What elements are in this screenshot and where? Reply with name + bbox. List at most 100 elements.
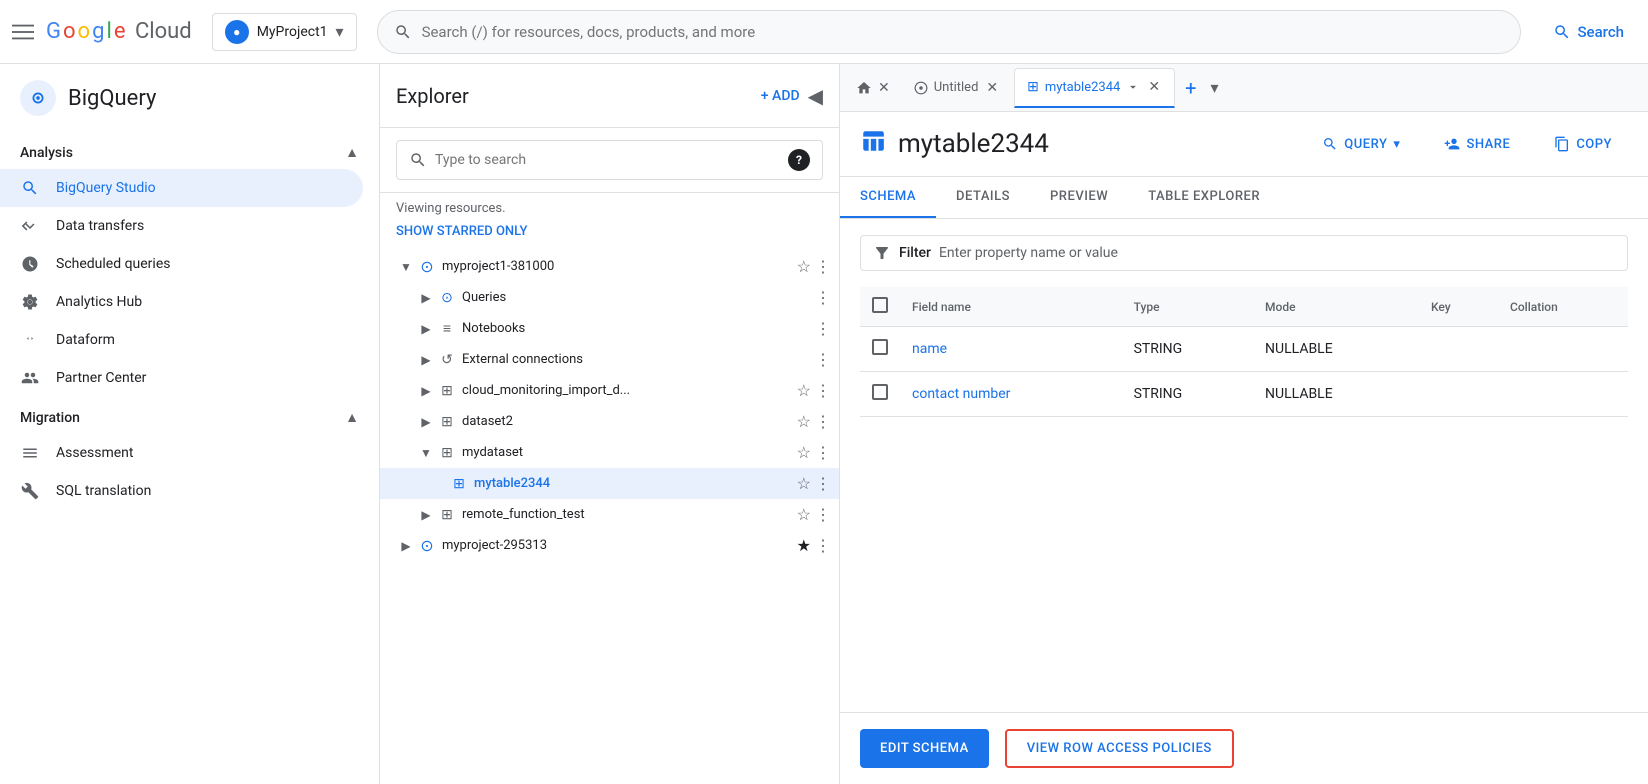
explorer-title: Explorer	[396, 84, 469, 108]
more-icon-external[interactable]: ⋮	[815, 350, 831, 369]
mydataset-icon: ⊞	[436, 445, 458, 461]
show-starred-button[interactable]: SHOW STARRED ONLY	[380, 220, 839, 251]
nav-item-bigquery-studio[interactable]: BigQuery Studio	[0, 169, 363, 207]
tree-item-dataset2[interactable]: ▶ ⊞ dataset2 ☆ ⋮	[380, 406, 839, 437]
tree-item-notebooks[interactable]: ▶ ≡ Notebooks ⋮	[380, 313, 839, 344]
query-button[interactable]: QUERY ▾	[1306, 128, 1416, 160]
main-layout: BigQuery Analysis ▲ BigQuery Studio Data…	[0, 64, 1648, 784]
sidebar-nav: Analysis ▲ BigQuery Studio Data transfer…	[0, 132, 379, 784]
nav-section-analysis[interactable]: Analysis ▲	[0, 132, 379, 169]
tree-item-mytable2344[interactable]: ⊞ mytable2344 ☆ ⋮	[380, 468, 839, 499]
tree-item-myproject295[interactable]: ▶ ⊙ myproject-295313 ★ ⋮	[380, 530, 839, 561]
tree-item-remote-function[interactable]: ▶ ⊞ remote_function_test ☆ ⋮	[380, 499, 839, 530]
sidebar-title: BigQuery	[68, 86, 156, 111]
tab-untitled[interactable]: Untitled ✕	[902, 68, 1012, 108]
more-icon-cloud-monitoring[interactable]: ⋮	[815, 381, 831, 400]
content-panel: ✕ Untitled ✕ ⊞ mytable2344 ✕ + ▾ myt	[840, 64, 1648, 784]
edit-schema-button[interactable]: EDIT SCHEMA	[860, 729, 989, 768]
explorer-search-icon	[409, 151, 427, 169]
more-icon-notebooks[interactable]: ⋮	[815, 319, 831, 338]
tree-item-mydataset[interactable]: ▼ ⊞ mydataset ☆ ⋮	[380, 437, 839, 468]
row2-field-name: contact number	[900, 372, 1122, 417]
row2-checkbox[interactable]	[872, 384, 888, 400]
star-icon-myproject1[interactable]: ☆	[797, 257, 811, 276]
star-icon-mytable2344[interactable]: ☆	[797, 474, 811, 493]
project-selector[interactable]: ● MyProject1 ▾	[212, 13, 357, 51]
nav-section-migration[interactable]: Migration ▲	[0, 397, 379, 434]
global-search-bar[interactable]	[377, 10, 1522, 54]
nav-item-assessment[interactable]: Assessment	[0, 434, 363, 472]
explorer-search-input[interactable]	[435, 152, 780, 168]
untitled-tab-close[interactable]: ✕	[984, 78, 1000, 98]
query-btn-label: QUERY	[1344, 137, 1387, 152]
inner-tab-details[interactable]: DETAILS	[936, 177, 1030, 218]
mytable-tab-close[interactable]: ✕	[1146, 77, 1162, 97]
share-button[interactable]: SHARE	[1428, 128, 1526, 160]
tree-arrow-mydataset: ▼	[416, 446, 436, 460]
nav-item-data-transfers[interactable]: Data transfers	[0, 207, 363, 245]
add-button[interactable]: + ADD	[761, 88, 800, 104]
tab-home[interactable]: ✕	[848, 68, 900, 108]
inner-tab-preview[interactable]: PREVIEW	[1030, 177, 1128, 218]
star-icon-dataset2[interactable]: ☆	[797, 412, 811, 431]
more-icon-queries[interactable]: ⋮	[815, 288, 831, 307]
more-icon-mydataset[interactable]: ⋮	[815, 443, 831, 462]
mytable-tab-dropdown[interactable]	[1126, 80, 1140, 94]
bigquery-icon	[20, 80, 56, 116]
collapse-button[interactable]: ◀	[808, 84, 823, 108]
star-icon-cloud-monitoring[interactable]: ☆	[797, 381, 811, 400]
star-icon-remote-function[interactable]: ☆	[797, 505, 811, 524]
tree-item-myproject1[interactable]: ▼ ⊙ myproject1-381000 ☆ ⋮	[380, 251, 839, 282]
home-tab-close[interactable]: ✕	[876, 78, 892, 98]
nav-item-partner-center[interactable]: Partner Center	[0, 359, 363, 397]
more-icon-remote-function[interactable]: ⋮	[815, 505, 831, 524]
nav-item-analytics-hub[interactable]: Analytics Hub	[0, 283, 363, 321]
mytable-tab-label: mytable2344	[1045, 80, 1120, 95]
add-tab-button[interactable]: +	[1177, 76, 1204, 100]
tree-label-cloud-monitoring: cloud_monitoring_import_d...	[462, 383, 797, 398]
mytable-tab-icon: ⊞	[1027, 79, 1039, 95]
nav-item-scheduled-queries[interactable]: Scheduled queries	[0, 245, 363, 283]
star-icon-myproject295[interactable]: ★	[797, 536, 811, 555]
header-checkbox[interactable]	[872, 297, 888, 313]
tabs-bar: ✕ Untitled ✕ ⊞ mytable2344 ✕ + ▾	[840, 64, 1648, 112]
nav-label-analytics-hub: Analytics Hub	[56, 294, 142, 310]
queries-icon: ⊙	[436, 290, 458, 306]
row1-field-link[interactable]: name	[912, 341, 947, 357]
migration-chevron: ▲	[345, 409, 359, 426]
tree-item-cloud-monitoring[interactable]: ▶ ⊞ cloud_monitoring_import_d... ☆ ⋮	[380, 375, 839, 406]
row2-field-link[interactable]: contact number	[912, 386, 1010, 402]
more-icon-dataset2[interactable]: ⋮	[815, 412, 831, 431]
star-icon-mydataset[interactable]: ☆	[797, 443, 811, 462]
more-tabs-button[interactable]: ▾	[1206, 78, 1222, 97]
row1-collation	[1498, 327, 1628, 372]
menu-icon[interactable]	[12, 21, 34, 43]
inner-tab-table-explorer[interactable]: TABLE EXPLORER	[1128, 177, 1280, 218]
nav-item-dataform[interactable]: Dataform	[0, 321, 363, 359]
copy-button[interactable]: COPY	[1538, 128, 1628, 160]
tab-mytable2344[interactable]: ⊞ mytable2344 ✕	[1014, 68, 1175, 108]
filter-placeholder: Enter property name or value	[939, 245, 1118, 261]
search-button[interactable]: Search	[1541, 17, 1636, 47]
inner-tab-schema[interactable]: SCHEMA	[840, 177, 936, 218]
viewing-resources-text: Viewing resources.	[380, 193, 839, 220]
tree-item-external[interactable]: ▶ ↺ External connections ⋮	[380, 344, 839, 375]
global-search-input[interactable]	[422, 23, 1505, 41]
more-icon-myproject1[interactable]: ⋮	[815, 257, 831, 276]
tree-arrow-myproject1: ▼	[396, 260, 416, 274]
help-icon[interactable]: ?	[788, 149, 810, 171]
more-icon-mytable2344[interactable]: ⋮	[815, 474, 831, 493]
tree-item-queries[interactable]: ▶ ⊙ Queries ⋮	[380, 282, 839, 313]
nav-label-assessment: Assessment	[56, 445, 133, 461]
project-avatar: ●	[225, 20, 249, 44]
table-header-icon	[860, 128, 886, 160]
project-name: MyProject1	[257, 24, 328, 40]
col-collation: Collation	[1498, 287, 1628, 327]
col-type: Type	[1122, 287, 1253, 327]
tree-arrow-dataset2: ▶	[416, 415, 436, 429]
row1-checkbox[interactable]	[872, 339, 888, 355]
schema-table-header: Field name Type Mode Key Collation	[860, 287, 1628, 327]
more-icon-myproject295[interactable]: ⋮	[815, 536, 831, 555]
view-row-access-button[interactable]: VIEW ROW ACCESS POLICIES	[1005, 729, 1234, 768]
nav-item-sql-translation[interactable]: SQL translation	[0, 472, 363, 510]
